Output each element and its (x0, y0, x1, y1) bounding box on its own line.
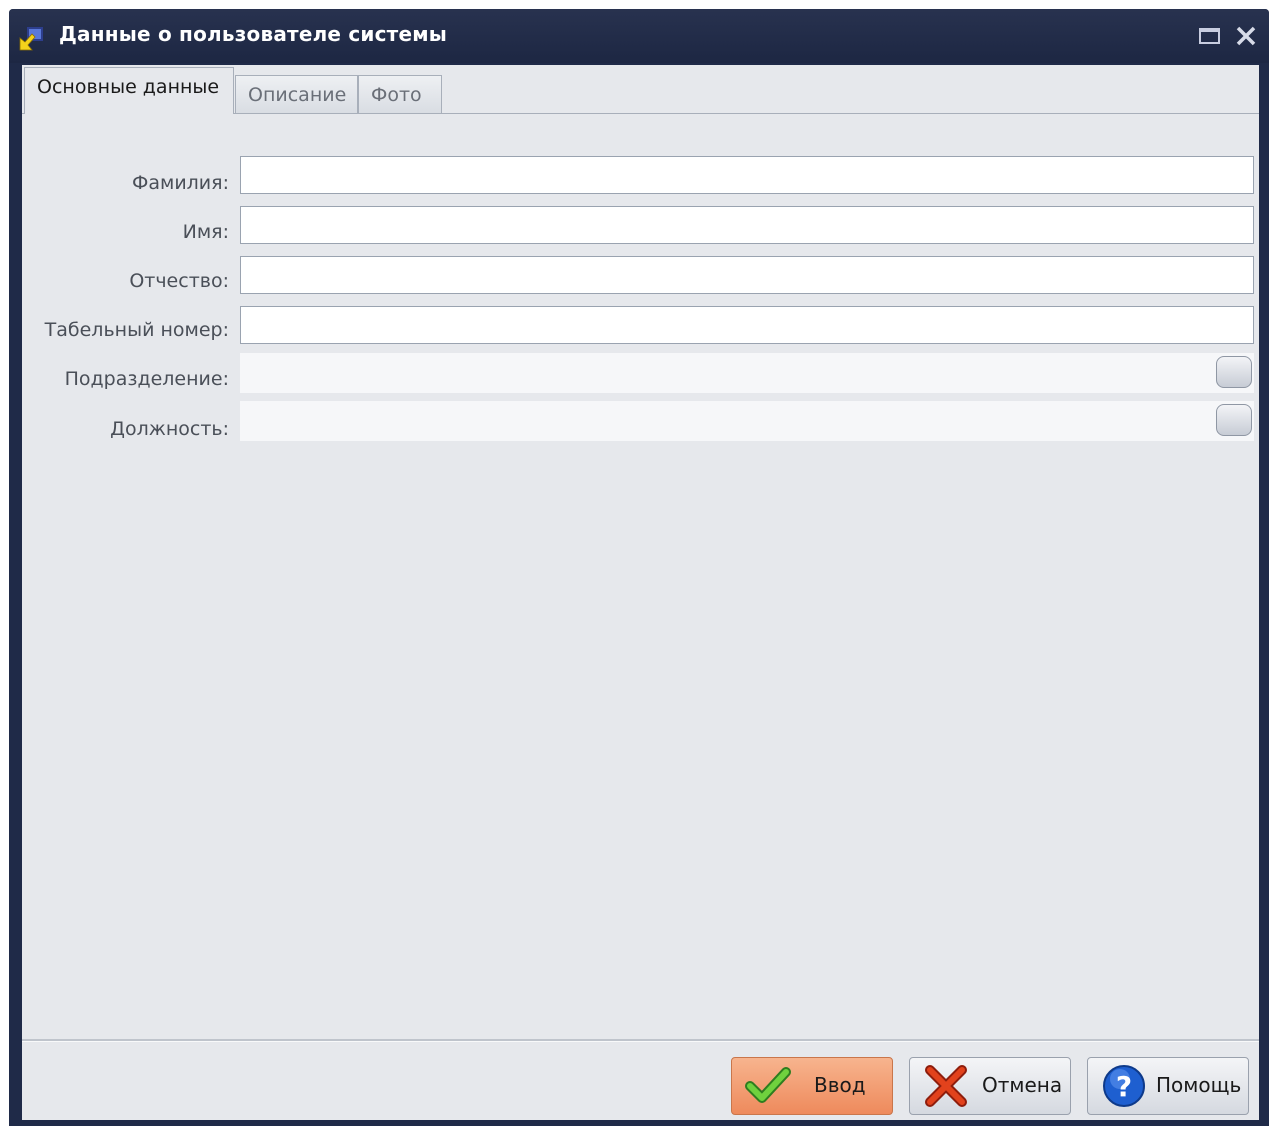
cancel-button[interactable]: Отмена (909, 1057, 1071, 1115)
dialog-client-area: Основные данные Описание Фото Фамилия: И… (22, 65, 1259, 1120)
main-data-panel: Фамилия: Имя: Отчество: Табельный номер:… (22, 113, 1259, 1039)
patronymic-label: Отчество: (129, 270, 229, 292)
tab-strip: Основные данные Описание Фото (22, 65, 1259, 114)
position-select-button[interactable] (1216, 404, 1252, 436)
title-bar[interactable]: Данные о пользователе системы (9, 9, 1269, 63)
x-mark-icon (925, 1065, 967, 1107)
personnel-number-field[interactable] (240, 306, 1254, 344)
question-icon: ? (1103, 1065, 1145, 1107)
close-icon[interactable] (1233, 23, 1259, 49)
position-lookup-field[interactable] (240, 401, 1254, 441)
department-label: Подразделение: (64, 368, 229, 390)
last-name-field[interactable] (240, 156, 1254, 194)
last-name-label: Фамилия: (131, 172, 229, 194)
first-name-label: Имя: (182, 221, 229, 243)
position-label: Должность: (110, 418, 229, 440)
department-select-button[interactable] (1216, 356, 1252, 388)
tab-description[interactable]: Описание (235, 75, 358, 113)
first-name-field[interactable] (240, 206, 1254, 244)
ok-button[interactable]: Ввод (731, 1057, 893, 1115)
svg-text:?: ? (1116, 1070, 1132, 1103)
user-data-dialog: Данные о пользователе системы Основные д… (9, 9, 1269, 1126)
department-lookup-field[interactable] (240, 353, 1254, 393)
window-title: Данные о пользователе системы (59, 22, 448, 46)
user-arrow-icon (19, 27, 43, 51)
patronymic-field[interactable] (240, 256, 1254, 294)
help-button-label: Помощь (1156, 1073, 1242, 1097)
cancel-button-label: Отмена (982, 1073, 1063, 1097)
ok-button-label: Ввод (814, 1073, 866, 1097)
footer-divider (22, 1039, 1259, 1042)
checkmark-icon (745, 1067, 791, 1103)
tab-main-data[interactable]: Основные данные (24, 67, 234, 114)
help-button[interactable]: ? Помощь (1087, 1057, 1249, 1115)
tab-photo[interactable]: Фото (358, 75, 442, 113)
maximize-icon[interactable] (1197, 23, 1223, 49)
personnel-number-label: Табельный номер: (44, 319, 229, 341)
